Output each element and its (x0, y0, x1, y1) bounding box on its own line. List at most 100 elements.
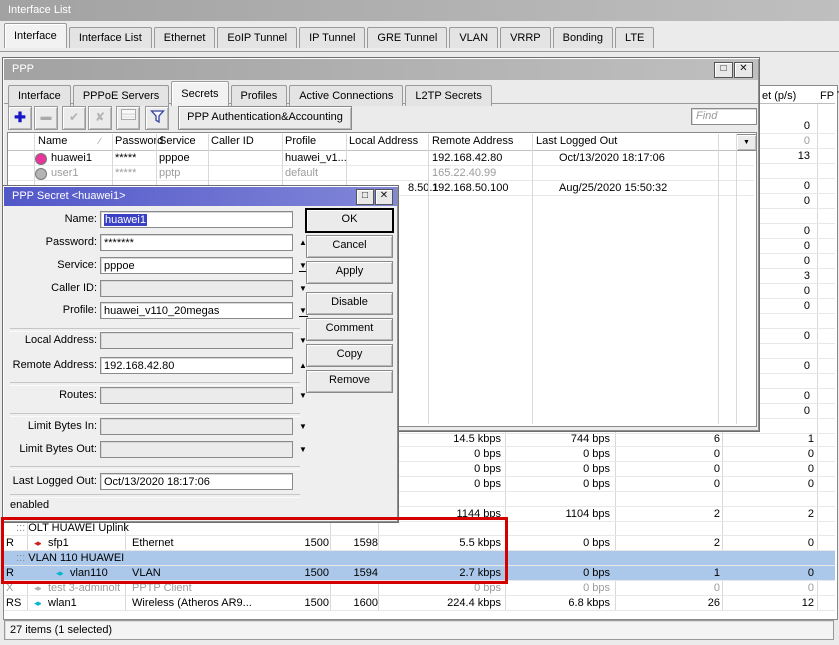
cell-tx: 224.4 kbps (397, 596, 501, 611)
dialog-status-text: enabled (10, 499, 49, 511)
interface-list-tabbar: InterfaceInterface ListEthernetEoIP Tunn… (0, 22, 839, 52)
secrets-header-profile[interactable]: Profile (285, 134, 316, 149)
cell-rx: 0 bps (506, 462, 610, 477)
comment-button[interactable]: Comment (306, 318, 393, 341)
tab-eoip-tunnel[interactable]: EoIP Tunnel (217, 27, 297, 48)
ppp-tab-profiles[interactable]: Profiles (231, 85, 288, 106)
tab-bonding[interactable]: Bonding (553, 27, 613, 48)
cell-tx-packet: 2 (626, 507, 720, 522)
cell-service: pptp (159, 166, 180, 181)
cell-remote-address: 192.168.50.100 (432, 181, 508, 196)
ok-button[interactable]: OK (306, 209, 393, 232)
dropdown-bar (299, 316, 308, 317)
cell-profile: default (285, 166, 318, 181)
secrets-header-name[interactable]: Name (38, 134, 67, 149)
column-header-fp-tx[interactable]: FP T (820, 89, 839, 104)
cancel-button[interactable]: Cancel (306, 235, 393, 258)
field-input-limit-bytes-in[interactable] (100, 418, 293, 435)
cell-last-logged-out: Oct/13/2020 18:17:06 (559, 151, 665, 166)
cell-tx: 14.5 kbps (397, 432, 501, 447)
divider (10, 494, 300, 498)
copy-button[interactable]: Copy (306, 344, 393, 367)
cell-rx-packet: 1 (720, 432, 814, 447)
field-input-service[interactable]: pppoe (100, 257, 293, 274)
ppp-tab-interface[interactable]: Interface (8, 85, 71, 106)
tab-interface[interactable]: Interface (4, 23, 67, 48)
interface-row[interactable]: RS◂▸wlan1Wireless (Atheros AR9...1500160… (4, 596, 835, 611)
comment-button[interactable] (116, 106, 140, 130)
cell-rx-packet: 2 (720, 507, 814, 522)
secrets-table-header: NamePasswordServiceCaller IDProfileLocal… (8, 134, 754, 151)
user-glyph (35, 168, 47, 180)
ppp-tab-active-connections[interactable]: Active Connections (289, 85, 403, 106)
remove-button[interactable]: ▬ (34, 106, 58, 130)
dialog-close-icon[interactable]: ✕ (375, 189, 393, 205)
filter-button[interactable] (145, 106, 169, 130)
filter-icon (150, 110, 165, 124)
cell-remote-address: 192.168.42.80 (432, 151, 502, 166)
ppp-auth-label: PPP Authentication&Accounting (187, 111, 343, 123)
maximize-icon[interactable]: □ (714, 62, 733, 78)
secrets-header-service[interactable]: Service (159, 134, 196, 149)
column-header-packet[interactable]: et (p/s) (762, 89, 796, 104)
add-icon: ✚ (14, 109, 26, 125)
annotation-rectangle (1, 517, 508, 584)
ppp-tab-l2tp-secrets[interactable]: L2TP Secrets (405, 85, 491, 106)
field-input-name[interactable]: huawei1 (100, 211, 293, 228)
ppp-titlebar[interactable]: PPP (4, 59, 758, 80)
dialog-status: enabled (10, 498, 49, 513)
field-label-local-address: Local Address: (7, 332, 97, 349)
dialog-maximize-icon[interactable]: □ (356, 189, 374, 205)
status-text: 27 items (1 selected) (10, 624, 112, 636)
tab-lte[interactable]: LTE (615, 27, 654, 48)
tab-ip-tunnel[interactable]: IP Tunnel (299, 27, 365, 48)
field-input-password[interactable]: ******* (100, 234, 293, 251)
column-select-button[interactable]: ▼ (736, 134, 757, 151)
field-input-caller-id[interactable] (100, 280, 293, 297)
remove-button[interactable]: Remove (306, 370, 393, 393)
tab-interface-list[interactable]: Interface List (69, 27, 152, 48)
ppp-auth-button[interactable]: PPP Authentication&Accounting (178, 106, 352, 130)
cell-rx: 0 bps (506, 536, 610, 551)
tab-vlan[interactable]: VLAN (449, 27, 498, 48)
tab-ethernet[interactable]: Ethernet (154, 27, 216, 48)
field-label-service: Service: (7, 257, 97, 274)
field-input-profile[interactable]: huawei_v110_20megas (100, 302, 293, 319)
remove-icon: ▬ (41, 111, 52, 123)
disable-button[interactable]: ✘ (88, 106, 112, 130)
cell-tx: 0 bps (397, 477, 501, 492)
ppp-secret-dialog: PPP Secret <huawei1> □ ✕ Name:huawei1Pas… (2, 185, 399, 523)
field-input-last-logged-out[interactable]: Oct/13/2020 18:17:06 (100, 473, 293, 490)
field-input-remote-address[interactable]: 192.168.42.80 (100, 357, 293, 374)
tab-gre-tunnel[interactable]: GRE Tunnel (367, 27, 447, 48)
apply-button[interactable]: Apply (306, 261, 393, 284)
disable-button[interactable]: Disable (306, 292, 393, 315)
secrets-header-caller-id[interactable]: Caller ID (211, 134, 254, 149)
add-button[interactable]: ✚ (8, 106, 32, 130)
secrets-header-last-logged-out[interactable]: Last Logged Out (536, 134, 617, 149)
find-input[interactable]: Find (691, 108, 757, 125)
ppp-tab-pppoe-servers[interactable]: PPPoE Servers (73, 85, 169, 106)
field-input-limit-bytes-out[interactable] (100, 441, 293, 458)
cell-last-logged-out: Aug/25/2020 15:50:32 (559, 181, 667, 196)
dialog-titlebar[interactable]: PPP Secret <huawei1> (4, 187, 397, 206)
spinner-down-icon[interactable]: ▼ (295, 418, 311, 435)
cell-password: ***** (115, 151, 136, 166)
ppp-tab-secrets[interactable]: Secrets (171, 81, 228, 106)
field-input-routes[interactable] (100, 387, 293, 404)
field-label-limit-bytes-out: Limit Bytes Out: (7, 441, 97, 458)
secrets-header-local-address[interactable]: Local Address (349, 134, 418, 149)
interface-list-titlebar[interactable]: Interface List (0, 0, 839, 21)
secret-row[interactable]: user1*****pptpdefault165.22.40.99 (8, 166, 754, 181)
secret-row[interactable]: huawei1*****pppoehuawei_v1...192.168.42.… (8, 151, 754, 166)
field-input-local-address[interactable] (100, 332, 293, 349)
field-label-caller-id: Caller ID: (7, 280, 97, 297)
close-icon[interactable]: ✕ (734, 62, 753, 78)
cell-tx-packet: 2 (626, 536, 720, 551)
spinner-down-icon[interactable]: ▼ (295, 441, 311, 458)
secrets-header-remote-address[interactable]: Remote Address (432, 134, 513, 149)
divider (10, 382, 300, 386)
enable-button[interactable]: ✔ (62, 106, 86, 130)
tab-vrrp[interactable]: VRRP (500, 27, 551, 48)
cell-rx-packet: 0 (720, 566, 814, 581)
